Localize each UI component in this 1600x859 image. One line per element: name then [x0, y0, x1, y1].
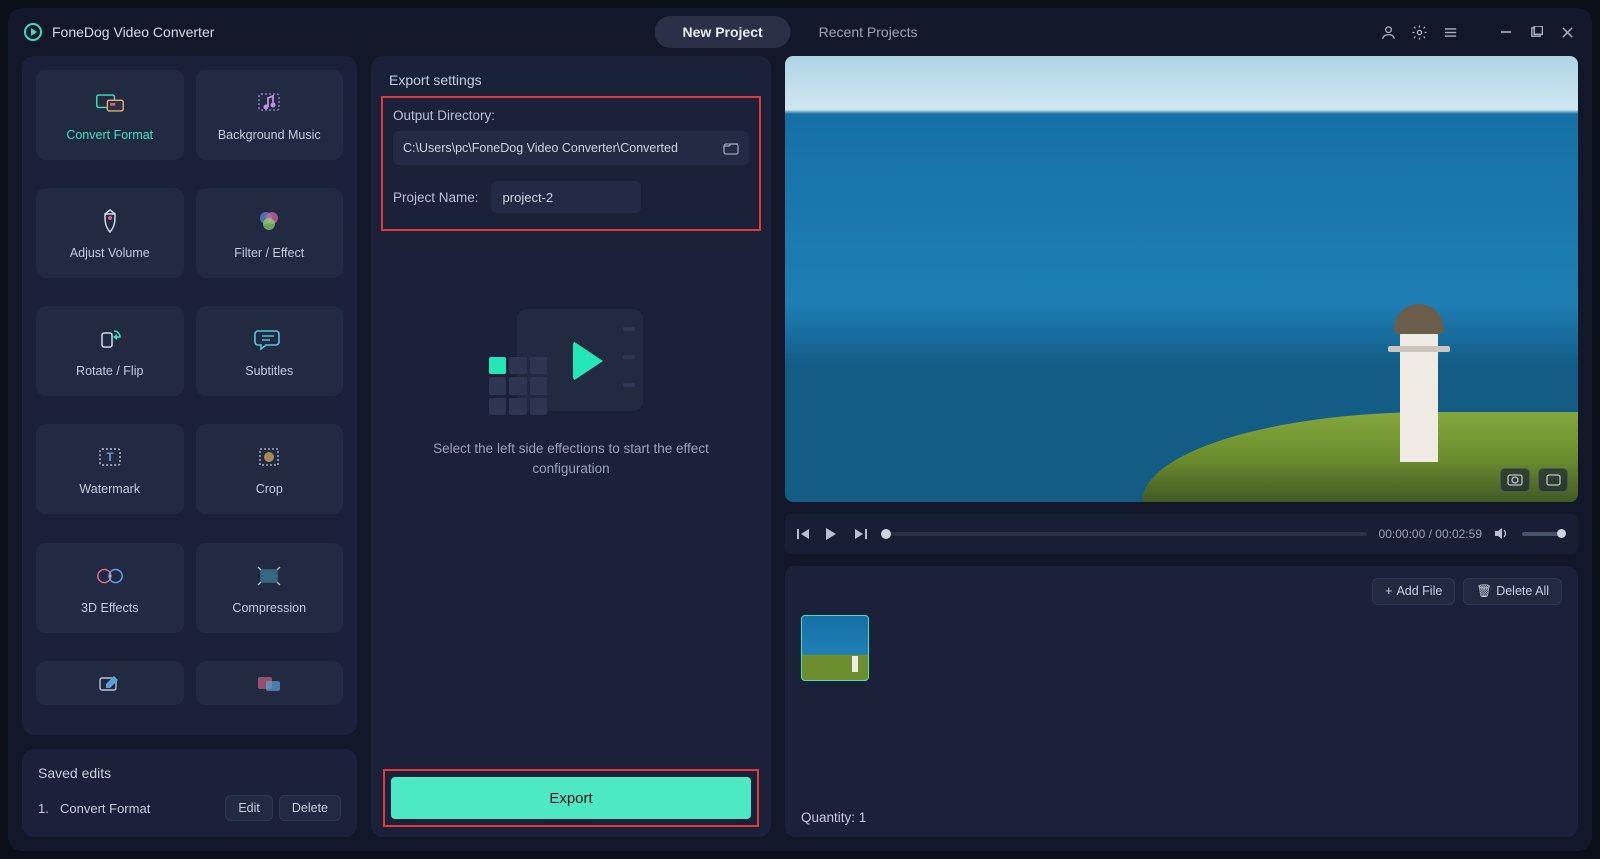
sidebar: Convert Format Background Music Adjust V… — [22, 56, 357, 837]
tool-label: Watermark — [79, 482, 140, 496]
gif-icon — [254, 668, 284, 698]
saved-item-name: Convert Format — [60, 801, 150, 816]
app-title: FoneDog Video Converter — [52, 24, 214, 40]
preview-frame — [785, 56, 1578, 502]
browse-folder-icon[interactable] — [723, 141, 739, 155]
background-music-icon — [254, 88, 284, 118]
tool-background-music[interactable]: Background Music — [196, 70, 344, 160]
tool-label: Adjust Volume — [70, 246, 150, 260]
tab-new-project[interactable]: New Project — [655, 16, 791, 48]
saved-edit-item: 1. Convert Format Edit Delete — [38, 795, 341, 821]
project-name-input[interactable]: project-2 — [491, 181, 641, 213]
account-icon[interactable] — [1380, 24, 1397, 41]
effect-placeholder: Select the left side effections to start… — [389, 309, 753, 480]
tool-filter-effect[interactable]: Filter / Effect — [196, 188, 344, 278]
tool-label: Rotate / Flip — [76, 364, 143, 378]
next-button[interactable] — [853, 528, 869, 540]
output-directory-input[interactable]: C:\Users\pc\FoneDog Video Converter\Conv… — [393, 131, 749, 165]
tool-label: Compression — [232, 601, 306, 615]
edit-icon — [95, 668, 125, 698]
adjust-volume-icon — [95, 206, 125, 236]
tool-3d-effects[interactable]: 3D Effects — [36, 543, 184, 633]
edit-saved-button[interactable]: Edit — [225, 795, 273, 821]
tool-compression[interactable]: Compression — [196, 543, 344, 633]
placeholder-graphic-icon — [481, 309, 661, 419]
quantity-display: Quantity: 1 — [801, 800, 1562, 825]
output-settings-highlight: Output Directory: C:\Users\pc\FoneDog Vi… — [381, 96, 761, 231]
app-window: FoneDog Video Converter New Project Rece… — [8, 8, 1592, 851]
titlebar-actions — [1380, 24, 1576, 41]
filter-effect-icon — [254, 206, 284, 236]
subtitles-icon — [254, 324, 284, 354]
tool-label: Background Music — [218, 128, 321, 142]
saved-edits-panel: Saved edits 1. Convert Format Edit Delet… — [22, 749, 357, 837]
tool-crop[interactable]: Crop — [196, 424, 344, 514]
export-button[interactable]: Export — [391, 777, 751, 819]
tool-label: Crop — [256, 482, 283, 496]
project-name-label: Project Name: — [393, 190, 479, 205]
maximize-button[interactable] — [1528, 24, 1545, 41]
video-preview[interactable] — [785, 56, 1578, 502]
files-panel: +Add File 🗑Delete All Quantity: 1 — [785, 566, 1578, 838]
svg-text:T: T — [106, 450, 114, 464]
fullscreen-icon[interactable] — [1538, 468, 1568, 492]
file-thumbnail[interactable] — [801, 615, 869, 681]
settings-icon[interactable] — [1411, 24, 1428, 41]
tool-label: Subtitles — [245, 364, 293, 378]
tool-watermark[interactable]: T Watermark — [36, 424, 184, 514]
tool-label: 3D Effects — [81, 601, 138, 615]
app-logo-icon — [24, 23, 42, 41]
tool-label: Filter / Effect — [234, 246, 304, 260]
tool-convert-format[interactable]: Convert Format — [36, 70, 184, 160]
titlebar: FoneDog Video Converter New Project Rece… — [8, 8, 1592, 56]
preview-column: 00:00:00 / 00:02:59 +Add File 🗑Delete Al… — [785, 56, 1578, 837]
play-button[interactable] — [825, 528, 841, 540]
tool-label: Convert Format — [66, 128, 153, 142]
minimize-button[interactable] — [1497, 24, 1514, 41]
tool-extra-1[interactable] — [36, 661, 184, 705]
delete-all-button[interactable]: 🗑Delete All — [1463, 578, 1562, 605]
export-button-highlight: Export — [383, 769, 759, 827]
saved-edits-title: Saved edits — [38, 765, 341, 781]
tab-recent-projects[interactable]: Recent Projects — [791, 16, 946, 48]
3d-effects-icon — [95, 561, 125, 591]
tool-adjust-volume[interactable]: Adjust Volume — [36, 188, 184, 278]
brand: FoneDog Video Converter — [24, 23, 214, 41]
tool-rotate-flip[interactable]: Rotate / Flip — [36, 306, 184, 396]
saved-item-index: 1. — [38, 801, 60, 816]
tool-grid: Convert Format Background Music Adjust V… — [36, 70, 343, 721]
compression-icon — [254, 561, 284, 591]
crop-icon — [254, 442, 284, 472]
delete-saved-button[interactable]: Delete — [279, 795, 341, 821]
time-display: 00:00:00 / 00:02:59 — [1379, 527, 1482, 541]
export-settings-title: Export settings — [389, 72, 753, 88]
project-name-value: project-2 — [503, 190, 554, 205]
main-content: Convert Format Background Music Adjust V… — [8, 56, 1592, 851]
close-button[interactable] — [1559, 24, 1576, 41]
add-file-button[interactable]: +Add File — [1372, 578, 1455, 605]
project-tabs: New Project Recent Projects — [655, 16, 946, 48]
convert-format-icon — [95, 88, 125, 118]
menu-icon[interactable] — [1442, 24, 1459, 41]
screenshot-icon[interactable] — [1500, 468, 1530, 492]
tool-extra-2[interactable] — [196, 661, 344, 705]
output-directory-value: C:\Users\pc\FoneDog Video Converter\Conv… — [403, 141, 678, 155]
effect-hint-text: Select the left side effections to start… — [426, 439, 716, 480]
prev-button[interactable] — [797, 528, 813, 540]
watermark-icon: T — [95, 442, 125, 472]
volume-slider[interactable] — [1522, 532, 1566, 536]
seek-slider[interactable] — [881, 532, 1367, 536]
output-directory-label: Output Directory: — [393, 108, 749, 123]
tool-subtitles[interactable]: Subtitles — [196, 306, 344, 396]
rotate-flip-icon — [95, 324, 125, 354]
export-panel: Export settings Output Directory: C:\Use… — [371, 56, 771, 837]
volume-icon[interactable] — [1494, 527, 1510, 540]
player-controls: 00:00:00 / 00:02:59 — [785, 514, 1578, 554]
tools-panel: Convert Format Background Music Adjust V… — [22, 56, 357, 735]
